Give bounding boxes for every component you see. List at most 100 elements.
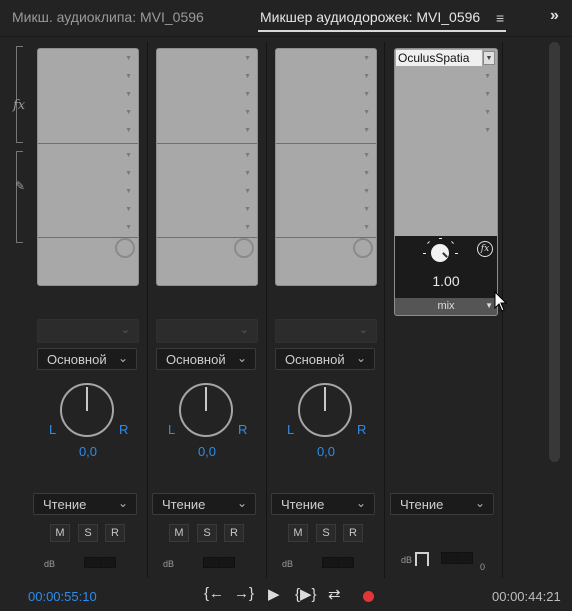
record-icon[interactable] (363, 591, 374, 602)
input-select-dropdown[interactable]: ⌄ (37, 319, 139, 343)
effect-parameter-value[interactable]: 1.00 (395, 273, 497, 289)
master-effects-rack[interactable]: OculusSpatia ▼ ▼ ▼ ▼ ▼ fx 1.00 mix ▼ (394, 48, 498, 316)
tab-audio-clip-mixer[interactable]: Микш. аудиоклипа: MVI_0596 (12, 9, 204, 25)
fx-bypass-icon[interactable]: fx (477, 241, 493, 257)
duration-timecode: 00:00:44:21 (492, 589, 561, 604)
section-divider (38, 143, 138, 144)
slot-arrow-icon[interactable]: ▼ (363, 73, 370, 80)
level-meter (203, 557, 235, 568)
slot-arrow-icon[interactable]: ▼ (363, 224, 370, 231)
slot-arrow-icon[interactable]: ▼ (125, 152, 132, 159)
slot-arrow-icon[interactable]: ▼ (363, 188, 370, 195)
effects-insert-rack[interactable]: ▼ ▼ ▼ ▼ ▼ ▼ ▼ ▼ ▼ ▼ (37, 48, 139, 286)
go-to-out-icon[interactable]: →} (234, 585, 254, 602)
slot-arrow-icon[interactable]: ▼ (484, 91, 491, 98)
output-dropdown-value: Основной (285, 352, 345, 367)
slot-arrow-icon[interactable]: ▼ (244, 55, 251, 62)
tab-audio-track-mixer[interactable]: Микшер аудиодорожек: MVI_0596 (260, 9, 480, 25)
go-to-in-icon[interactable]: {← (204, 585, 224, 602)
loop-icon[interactable]: ⇄ (328, 585, 341, 603)
level-meter (322, 557, 354, 568)
slot-arrow-icon[interactable]: ▼ (363, 55, 370, 62)
play-in-to-out-icon[interactable]: {▶} (295, 585, 317, 603)
record-enable-button[interactable]: R (224, 524, 244, 542)
pan-value[interactable]: 0,0 (306, 444, 346, 459)
slot-arrow-icon[interactable]: ▼ (484, 73, 491, 80)
effects-insert-rack[interactable]: ▼ ▼ ▼ ▼ ▼ ▼ ▼ ▼ ▼ ▼ (275, 48, 377, 286)
automation-mode-dropdown[interactable]: Чтение ⌄ (152, 493, 256, 515)
slot-arrow-icon[interactable]: ▼ (363, 127, 370, 134)
master-fader-cap-icon[interactable] (415, 552, 429, 566)
chevron-down-icon: ⌄ (236, 496, 247, 510)
solo-button[interactable]: S (197, 524, 217, 542)
slot-arrow-icon[interactable]: ▼ (244, 206, 251, 213)
slot-arrow-icon[interactable]: ▼ (125, 224, 132, 231)
db-label: dB (282, 559, 294, 569)
slot-arrow-icon[interactable]: ▼ (244, 170, 251, 177)
input-select-dropdown[interactable]: ⌄ (275, 319, 377, 343)
play-icon[interactable]: ▶ (268, 585, 280, 603)
effect-parameter-label: mix (437, 300, 455, 312)
slot-arrow-icon[interactable]: ▼ (363, 109, 370, 116)
solo-button[interactable]: S (316, 524, 336, 542)
slot-arrow-icon[interactable]: ▼ (125, 127, 132, 134)
track-mixer-panel: fx ✎ ▼ ▼ ▼ ▼ ▼ ▼ ▼ ▼ ▼ ▼ ⌄ Основной ⌄ L (4, 38, 568, 578)
send-level-knob[interactable] (353, 238, 373, 258)
automation-mode-dropdown[interactable]: Чтение ⌄ (33, 493, 137, 515)
track-separator (147, 42, 148, 578)
effect-parameter-knob[interactable] (431, 244, 449, 262)
slot-arrow-icon[interactable]: ▼ (484, 127, 491, 134)
pan-knob[interactable] (298, 383, 352, 437)
effect-name[interactable]: OculusSpatia (396, 50, 482, 66)
mute-button[interactable]: M (288, 524, 308, 542)
slot-arrow-icon[interactable]: ▼ (244, 152, 251, 159)
chevron-down-icon: ⌄ (120, 324, 130, 336)
effects-insert-rack[interactable]: ▼ ▼ ▼ ▼ ▼ ▼ ▼ ▼ ▼ ▼ (156, 48, 258, 286)
slot-arrow-icon[interactable]: ▼ (125, 109, 132, 116)
record-enable-button[interactable]: R (105, 524, 125, 542)
mute-button[interactable]: M (50, 524, 70, 542)
slot-arrow-icon[interactable]: ▼ (244, 91, 251, 98)
slot-arrow-icon[interactable]: ▼ (244, 224, 251, 231)
pan-knob[interactable] (179, 383, 233, 437)
record-enable-button[interactable]: R (343, 524, 363, 542)
output-dropdown[interactable]: Основной ⌄ (156, 348, 256, 370)
pan-value[interactable]: 0,0 (187, 444, 227, 459)
slot-arrow-icon[interactable]: ▼ (484, 109, 491, 116)
db-label: dB (163, 559, 175, 569)
send-level-knob[interactable] (115, 238, 135, 258)
mute-button[interactable]: M (169, 524, 189, 542)
current-timecode[interactable]: 00:00:55:10 (28, 589, 97, 604)
slot-arrow-icon[interactable]: ▼ (125, 73, 132, 80)
solo-button[interactable]: S (78, 524, 98, 542)
effect-menu-arrow-icon[interactable]: ▼ (483, 51, 495, 65)
pan-knob[interactable] (60, 383, 114, 437)
slot-arrow-icon[interactable]: ▼ (125, 206, 132, 213)
slot-arrow-icon[interactable]: ▼ (125, 170, 132, 177)
input-select-dropdown[interactable]: ⌄ (156, 319, 258, 343)
slot-arrow-icon[interactable]: ▼ (363, 91, 370, 98)
slot-arrow-icon[interactable]: ▼ (125, 91, 132, 98)
slot-arrow-icon[interactable]: ▼ (125, 188, 132, 195)
slot-arrow-icon[interactable]: ▼ (244, 109, 251, 116)
slot-arrow-icon[interactable]: ▼ (125, 55, 132, 62)
send-level-knob[interactable] (234, 238, 254, 258)
slot-arrow-icon[interactable]: ▼ (363, 206, 370, 213)
automation-mode-dropdown[interactable]: Чтение ⌄ (271, 493, 375, 515)
chevrons-right-icon[interactable]: » (550, 7, 559, 25)
hamburger-menu-icon[interactable]: ≡ (496, 10, 504, 26)
pan-value[interactable]: 0,0 (68, 444, 108, 459)
effect-parameter-dropdown[interactable]: mix ▼ (395, 298, 497, 315)
slot-arrow-icon[interactable]: ▼ (244, 188, 251, 195)
slot-arrow-icon[interactable]: ▼ (244, 73, 251, 80)
pan-right-label: R (119, 422, 129, 437)
vertical-scrollbar[interactable] (549, 42, 560, 462)
automation-mode-value: Чтение (43, 497, 87, 512)
slot-arrow-icon[interactable]: ▼ (363, 152, 370, 159)
output-dropdown[interactable]: Основной ⌄ (37, 348, 137, 370)
output-dropdown[interactable]: Основной ⌄ (275, 348, 375, 370)
pan-left-label: L (168, 422, 176, 437)
master-automation-mode-dropdown[interactable]: Чтение ⌄ (390, 493, 494, 515)
slot-arrow-icon[interactable]: ▼ (244, 127, 251, 134)
slot-arrow-icon[interactable]: ▼ (363, 170, 370, 177)
